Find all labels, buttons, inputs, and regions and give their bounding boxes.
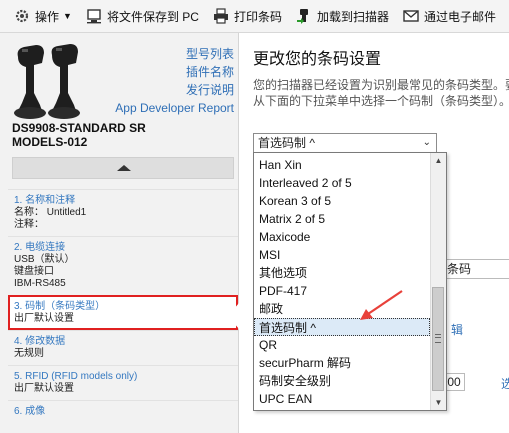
annotation-arrow-icon — [360, 290, 403, 320]
